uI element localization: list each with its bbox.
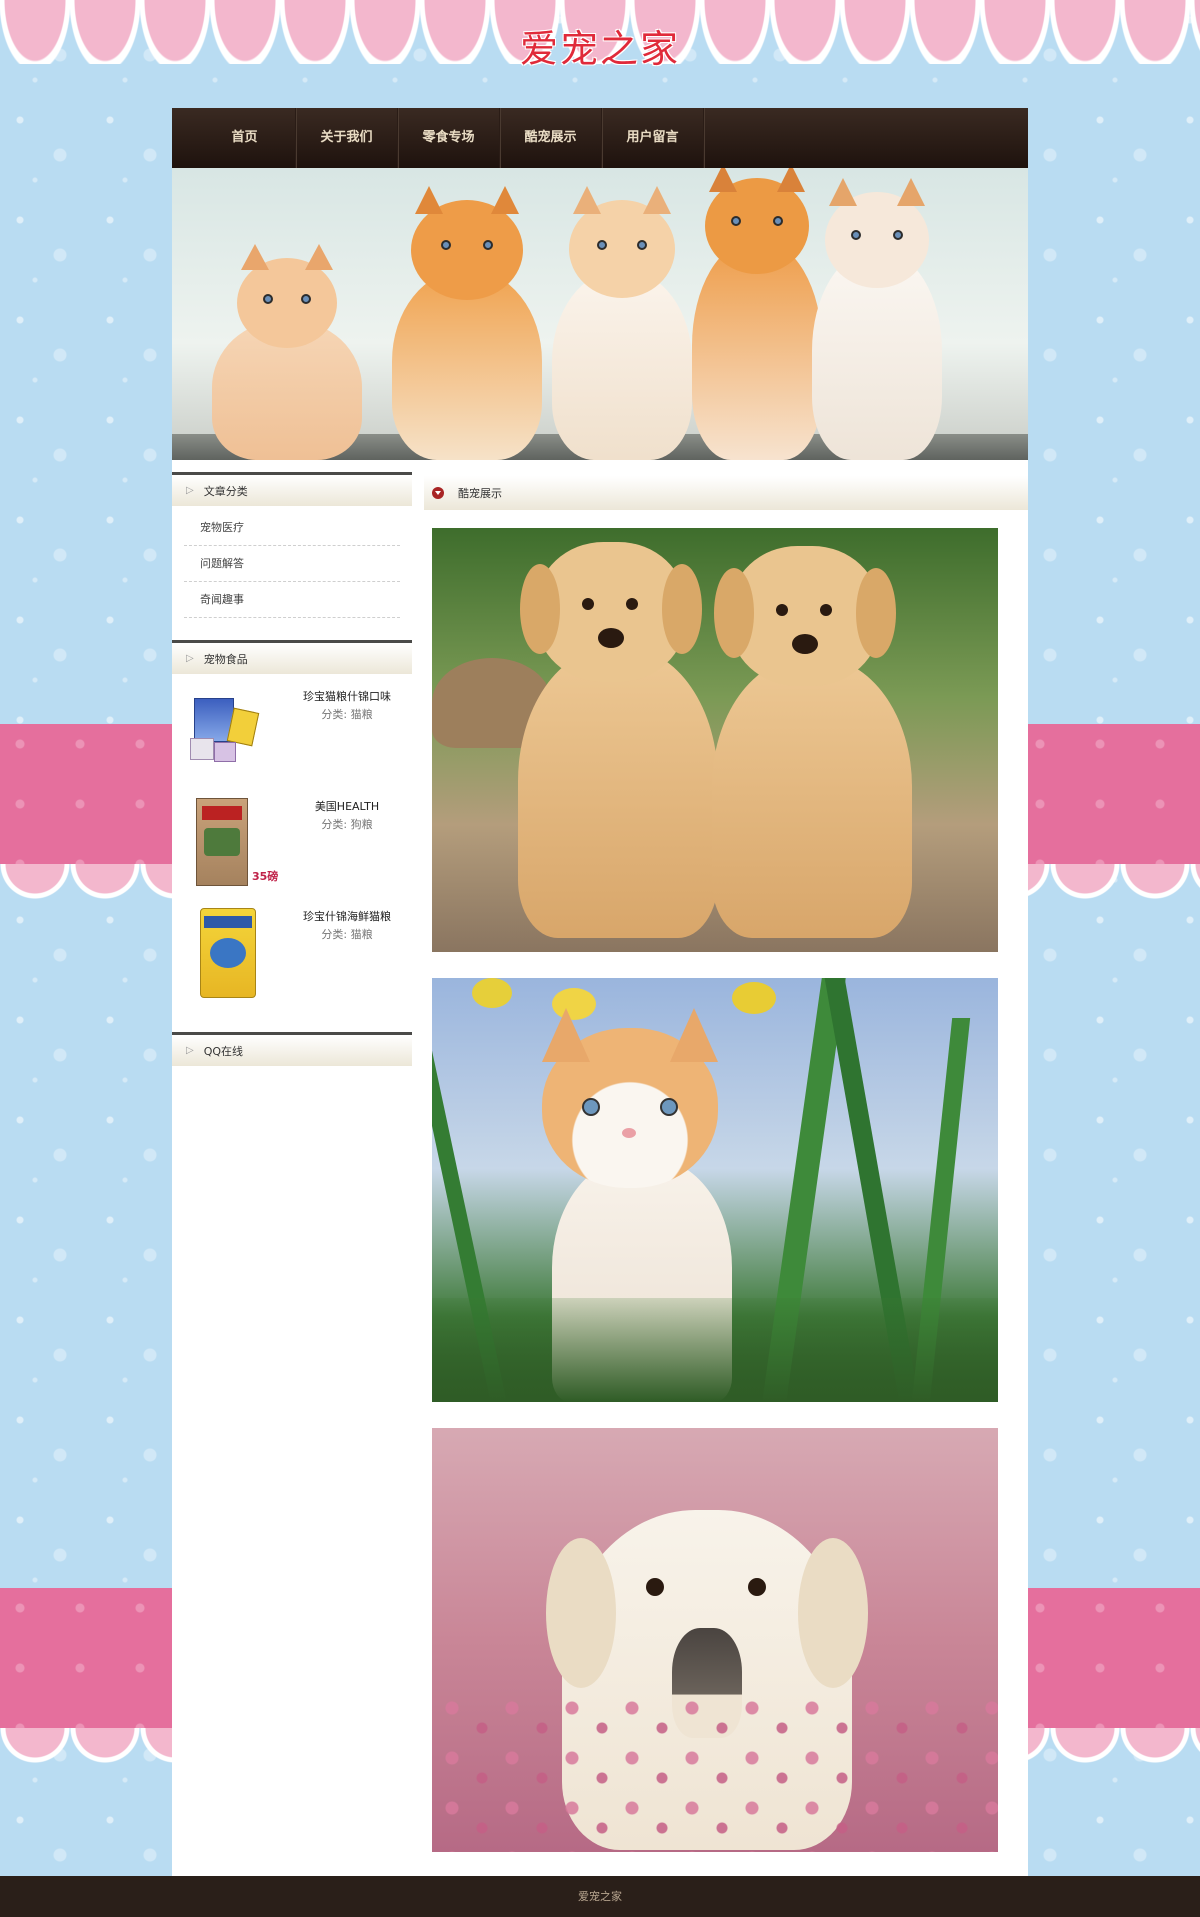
bullet-down-icon	[432, 487, 444, 499]
sidebar-heading-pet-food: ▷ 宠物食品	[172, 640, 412, 674]
section-heading: 酷宠展示	[424, 476, 1028, 510]
category-item-faq[interactable]: 问题解答	[184, 546, 400, 582]
food-category: 分类: 猫粮	[321, 708, 373, 721]
puppies-photo[interactable]	[432, 528, 998, 952]
nav-item-about[interactable]: 关于我们	[296, 108, 398, 168]
food-category: 分类: 猫粮	[321, 928, 373, 941]
nav-item-guestbook[interactable]: 用户留言	[602, 108, 704, 168]
food-name[interactable]: 珍宝什锦海鲜猫粮	[282, 908, 412, 924]
nav-item-pet-showcase[interactable]: 酷宠展示	[500, 108, 602, 168]
category-item-fun-stories[interactable]: 奇闻趣事	[184, 582, 400, 618]
dog-food-bag-image[interactable]	[190, 798, 260, 886]
food-name[interactable]: 珍宝猫粮什锦口味	[282, 688, 412, 704]
sidebar: ▷ 文章分类 宠物医疗 问题解答 奇闻趣事 ▷ 宠物食品 珍宝猫粮什锦口味 分类…	[172, 472, 412, 1066]
food-item[interactable]: 珍宝猫粮什锦口味 分类: 猫粮	[172, 682, 412, 792]
food-item[interactable]: 35磅 美国HEALTH 分类: 狗粮	[172, 792, 412, 902]
category-item-pet-medical[interactable]: 宠物医疗	[184, 510, 400, 546]
chevron-right-icon: ▷	[186, 485, 194, 496]
category-list: 宠物医疗 问题解答 奇闻趣事	[172, 506, 412, 640]
nav-item-home[interactable]: 首页	[194, 108, 296, 168]
main-content: 酷宠展示	[424, 472, 1028, 1852]
hero-banner-kittens	[172, 168, 1028, 460]
weight-badge: 35磅	[252, 870, 279, 883]
cat-food-product-image[interactable]	[190, 688, 260, 768]
site-footer: 爱宠之家	[0, 1876, 1200, 1917]
site-logo[interactable]: 爱宠之家	[0, 18, 1200, 73]
dog-photo[interactable]	[432, 1428, 998, 1852]
sidebar-heading-categories: ▷ 文章分类	[172, 472, 412, 506]
chevron-right-icon: ▷	[186, 653, 194, 664]
chevron-right-icon: ▷	[186, 1045, 194, 1056]
food-category: 分类: 狗粮	[321, 818, 373, 831]
sidebar-heading-qq-online: ▷ QQ在线	[172, 1032, 412, 1066]
food-item[interactable]: 珍宝什锦海鲜猫粮 分类: 猫粮	[172, 902, 412, 1012]
kitten-photo[interactable]	[432, 978, 998, 1402]
pet-food-list: 珍宝猫粮什锦口味 分类: 猫粮 35磅 美国HEALTH 分类: 狗粮 珍宝什锦…	[172, 674, 412, 1032]
main-nav: 首页 关于我们 零食专场 酷宠展示 用户留言	[172, 108, 1028, 168]
cat-food-bag-image[interactable]	[190, 908, 260, 998]
page-container: 首页 关于我们 零食专场 酷宠展示 用户留言 ▷ 文章分类 宠物医疗 问题解答 …	[172, 108, 1028, 1884]
food-name[interactable]: 美国HEALTH	[282, 798, 412, 814]
nav-item-snacks[interactable]: 零食专场	[398, 108, 500, 168]
